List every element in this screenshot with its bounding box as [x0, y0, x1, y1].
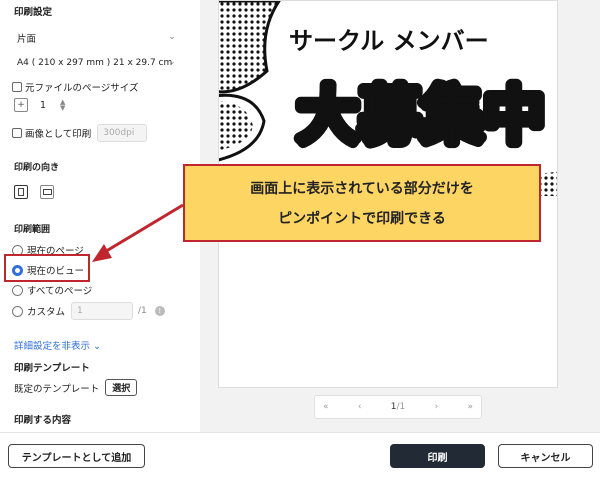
- callout-line-1: 画面上に表示されている部分だけを: [250, 181, 474, 197]
- print-button[interactable]: 印刷: [390, 444, 485, 468]
- add-template-button[interactable]: テンプレートとして追加: [8, 444, 145, 468]
- footer-bar: テンプレートとして追加 印刷 キャンセル: [0, 432, 600, 477]
- callout-box: 画面上に表示されている部分だけを ピンポイントで印刷できる: [183, 164, 541, 242]
- cancel-button[interactable]: キャンセル: [498, 444, 593, 468]
- callout-line-2: ピンポイントで印刷できる: [278, 211, 446, 227]
